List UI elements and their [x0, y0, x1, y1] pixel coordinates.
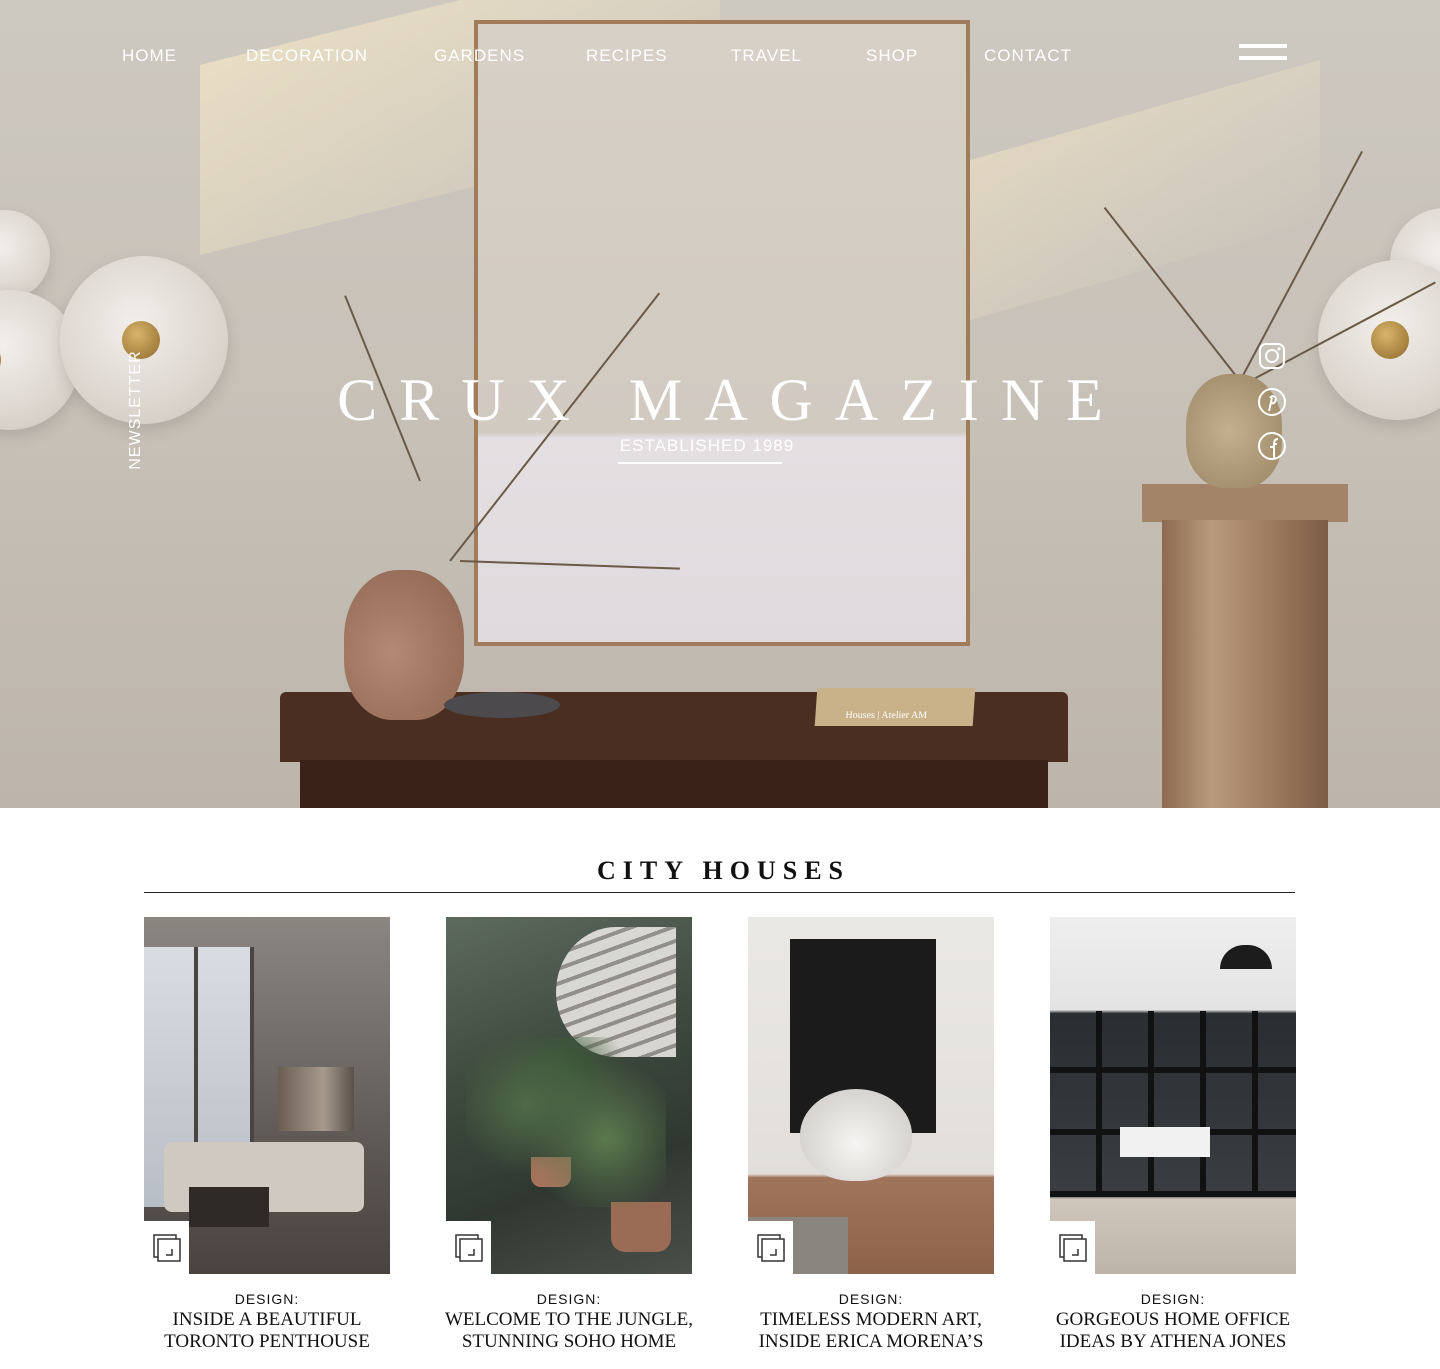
instagram-icon[interactable] [1256, 340, 1288, 372]
headline-line: INSIDE ERICA MORENA’S [758, 1331, 984, 1352]
pedestal-top [1142, 484, 1348, 522]
article-card[interactable]: DESIGN: WELCOME TO THE JUNGLE, STUNNING … [445, 917, 693, 1352]
article-headline[interactable]: WELCOME TO THE JUNGLE, STUNNING SOHO HOM… [396, 1309, 742, 1353]
clay-vase [344, 570, 464, 720]
nav-shop[interactable]: SHOP [866, 46, 918, 66]
coffee-table [189, 1187, 269, 1227]
headline-line: INSIDE A BEAUTIFUL [172, 1309, 362, 1330]
article-card[interactable]: DESIGN: GORGEOUS HOME OFFICE IDEAS BY AT… [1050, 917, 1296, 1352]
article-photo[interactable] [446, 917, 692, 1274]
pinterest-icon[interactable] [1256, 386, 1288, 418]
headline-line: STUNNING SOHO HOME [461, 1331, 677, 1352]
article-photo[interactable] [144, 917, 390, 1274]
article-headline[interactable]: TIMELESS MODERN ART, INSIDE ERICA MORENA… [698, 1309, 1044, 1353]
headline-line: WELCOME TO THE JUNGLE, [444, 1309, 694, 1330]
magazine-title: CRUX MAGAZINE [337, 367, 1125, 433]
article-photo[interactable] [748, 917, 994, 1274]
established-subtitle: ESTABLISHED 1989 [619, 436, 795, 455]
facebook-icon[interactable] [1256, 430, 1288, 462]
main-nav: HOME DECORATION GARDENS RECIPES TRAVEL S… [0, 46, 1440, 68]
article-photo[interactable] [1050, 917, 1296, 1274]
book-label: Houses | Atelier AM [845, 710, 928, 721]
article-headline[interactable]: GORGEOUS HOME OFFICE IDEAS BY ATHENA JON… [1000, 1309, 1346, 1353]
glass-partition [1050, 1011, 1296, 1197]
subtitle-underline [618, 462, 782, 464]
article-category: DESIGN: [1140, 1291, 1206, 1307]
nav-home[interactable]: HOME [122, 46, 177, 66]
coffee-table-book: Houses | Atelier AM [814, 688, 976, 726]
chair [800, 1089, 912, 1181]
wooden-pedestal [1162, 520, 1328, 808]
nav-decoration[interactable]: DECORATION [246, 46, 368, 66]
gallery-corner [1050, 1221, 1095, 1274]
headline-line: IDEAS BY ATHENA JONES [1059, 1331, 1287, 1352]
article-headline[interactable]: INSIDE A BEAUTIFUL TORONTO PENTHOUSE [94, 1309, 440, 1353]
wall-sconce [0, 210, 50, 300]
gallery-corner [446, 1221, 491, 1274]
nav-recipes[interactable]: RECIPES [586, 46, 668, 66]
headline-line: GORGEOUS HOME OFFICE [1055, 1309, 1291, 1330]
planter [611, 1202, 671, 1252]
desk [1120, 1127, 1210, 1157]
newsletter-label: NEWSLETTER [127, 350, 144, 470]
article-card[interactable]: DESIGN: TIMELESS MODERN ART, INSIDE ERIC… [748, 917, 994, 1352]
gallery-corner [748, 1221, 793, 1274]
nav-travel[interactable]: TRAVEL [731, 46, 802, 66]
newsletter-link[interactable]: NEWSLETTER [126, 350, 146, 469]
section-divider [144, 892, 1295, 893]
nav-contact[interactable]: CONTACT [984, 46, 1072, 66]
section-title: CITY HOUSES [596, 856, 851, 885]
plants [466, 1037, 666, 1207]
hamburger-menu-icon[interactable] [1239, 44, 1287, 62]
artwork [278, 1067, 354, 1131]
framed-canvas [474, 20, 970, 646]
article-category: DESIGN: [536, 1291, 602, 1307]
pendant-lamp [1220, 945, 1272, 969]
gallery-icon [756, 1233, 785, 1262]
gallery-icon [454, 1233, 483, 1262]
article-category: DESIGN: [234, 1291, 300, 1307]
headline-line: TORONTO PENTHOUSE [164, 1331, 370, 1352]
gallery-icon [152, 1233, 181, 1262]
headline-line: TIMELESS MODERN ART, [760, 1309, 982, 1330]
bowl [444, 692, 560, 718]
gallery-icon [1058, 1233, 1087, 1262]
article-card[interactable]: DESIGN: INSIDE A BEAUTIFUL TORONTO PENTH… [144, 917, 390, 1352]
article-category: DESIGN: [838, 1291, 904, 1307]
gallery-corner [144, 1221, 189, 1274]
console-base [300, 760, 1048, 808]
nav-gardens[interactable]: GARDENS [434, 46, 525, 66]
